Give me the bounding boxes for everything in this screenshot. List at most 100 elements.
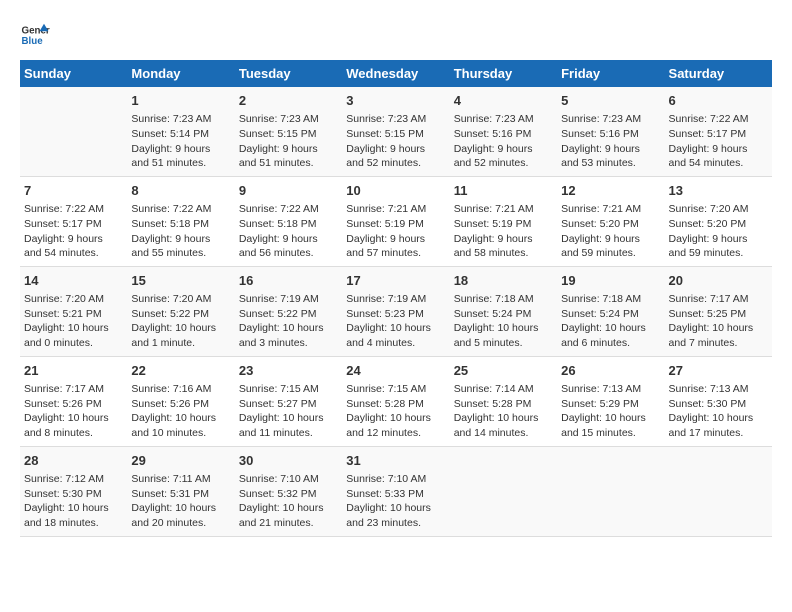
day-number: 24 xyxy=(346,362,445,380)
calendar-cell: 11 Sunrise: 7:21 AM Sunset: 5:19 PM Dayli… xyxy=(450,176,557,266)
day-number: 13 xyxy=(669,182,768,200)
calendar-cell: 1 Sunrise: 7:23 AM Sunset: 5:14 PM Daylig… xyxy=(127,87,234,176)
calendar-cell: 3 Sunrise: 7:23 AM Sunset: 5:15 PM Daylig… xyxy=(342,87,449,176)
day-number: 31 xyxy=(346,452,445,470)
day-info: Sunrise: 7:19 AM Sunset: 5:22 PM Dayligh… xyxy=(239,292,338,351)
day-info: Sunrise: 7:18 AM Sunset: 5:24 PM Dayligh… xyxy=(454,292,553,351)
calendar-cell: 13Sunrise: 7:20 AM Sunset: 5:20 PM Dayli… xyxy=(665,176,772,266)
day-info: Sunrise: 7:11 AM Sunset: 5:31 PM Dayligh… xyxy=(131,472,230,531)
day-info: Sunrise: 7:21 AM Sunset: 5:19 PM Dayligh… xyxy=(346,202,445,261)
day-number: 6 xyxy=(669,92,768,110)
col-header-thursday: Thursday xyxy=(450,60,557,87)
calendar-cell: 4Sunrise: 7:23 AM Sunset: 5:16 PM Daylig… xyxy=(450,87,557,176)
calendar-cell: 5 Sunrise: 7:23 AM Sunset: 5:16 PM Daylig… xyxy=(557,87,664,176)
day-number: 8 xyxy=(131,182,230,200)
day-info: Sunrise: 7:23 AM Sunset: 5:16 PM Dayligh… xyxy=(561,112,660,171)
calendar-cell: 14 Sunrise: 7:20 AM Sunset: 5:21 PM Dayli… xyxy=(20,266,127,356)
day-number: 23 xyxy=(239,362,338,380)
calendar-cell xyxy=(665,446,772,536)
day-info: Sunrise: 7:23 AM Sunset: 5:14 PM Dayligh… xyxy=(131,112,230,171)
calendar-cell: 12 Sunrise: 7:21 AM Sunset: 5:20 PM Dayli… xyxy=(557,176,664,266)
calendar-cell: 27 Sunrise: 7:13 AM Sunset: 5:30 PM Dayli… xyxy=(665,356,772,446)
day-number: 11 xyxy=(454,182,553,200)
day-number: 9 xyxy=(239,182,338,200)
calendar-cell: 26 Sunrise: 7:13 AM Sunset: 5:29 PM Dayli… xyxy=(557,356,664,446)
calendar-cell: 10 Sunrise: 7:21 AM Sunset: 5:19 PM Dayli… xyxy=(342,176,449,266)
day-info: Sunrise: 7:10 AM Sunset: 5:33 PM Dayligh… xyxy=(346,472,445,531)
day-number: 15 xyxy=(131,272,230,290)
calendar-table: SundayMondayTuesdayWednesdayThursdayFrid… xyxy=(20,60,772,537)
day-info: Sunrise: 7:23 AM Sunset: 5:16 PM Dayligh… xyxy=(454,112,553,171)
calendar-cell: 7 Sunrise: 7:22 AM Sunset: 5:17 PM Daylig… xyxy=(20,176,127,266)
calendar-cell: 8 Sunrise: 7:22 AM Sunset: 5:18 PM Daylig… xyxy=(127,176,234,266)
day-info: Sunrise: 7:13 AM Sunset: 5:29 PM Dayligh… xyxy=(561,382,660,441)
col-header-friday: Friday xyxy=(557,60,664,87)
calendar-cell: 21 Sunrise: 7:17 AM Sunset: 5:26 PM Dayli… xyxy=(20,356,127,446)
calendar-cell: 2Sunrise: 7:23 AM Sunset: 5:15 PM Daylig… xyxy=(235,87,342,176)
day-info: Sunrise: 7:17 AM Sunset: 5:26 PM Dayligh… xyxy=(24,382,123,441)
day-info: Sunrise: 7:22 AM Sunset: 5:18 PM Dayligh… xyxy=(239,202,338,261)
calendar-cell: 19 Sunrise: 7:18 AM Sunset: 5:24 PM Dayli… xyxy=(557,266,664,356)
calendar-cell: 22 Sunrise: 7:16 AM Sunset: 5:26 PM Dayli… xyxy=(127,356,234,446)
day-number: 28 xyxy=(24,452,123,470)
week-row-3: 14 Sunrise: 7:20 AM Sunset: 5:21 PM Dayli… xyxy=(20,266,772,356)
day-info: Sunrise: 7:23 AM Sunset: 5:15 PM Dayligh… xyxy=(239,112,338,171)
logo-icon: General Blue xyxy=(20,20,50,50)
col-header-monday: Monday xyxy=(127,60,234,87)
svg-text:Blue: Blue xyxy=(22,36,44,47)
week-row-5: 28Sunrise: 7:12 AM Sunset: 5:30 PM Dayli… xyxy=(20,446,772,536)
day-info: Sunrise: 7:22 AM Sunset: 5:17 PM Dayligh… xyxy=(24,202,123,261)
header-row: SundayMondayTuesdayWednesdayThursdayFrid… xyxy=(20,60,772,87)
day-info: Sunrise: 7:23 AM Sunset: 5:15 PM Dayligh… xyxy=(346,112,445,171)
col-header-wednesday: Wednesday xyxy=(342,60,449,87)
day-number: 16 xyxy=(239,272,338,290)
calendar-cell: 18 Sunrise: 7:18 AM Sunset: 5:24 PM Dayli… xyxy=(450,266,557,356)
day-number: 1 xyxy=(131,92,230,110)
day-info: Sunrise: 7:10 AM Sunset: 5:32 PM Dayligh… xyxy=(239,472,338,531)
day-number: 20 xyxy=(669,272,768,290)
day-number: 7 xyxy=(24,182,123,200)
day-number: 10 xyxy=(346,182,445,200)
day-number: 26 xyxy=(561,362,660,380)
day-number: 25 xyxy=(454,362,553,380)
day-info: Sunrise: 7:21 AM Sunset: 5:19 PM Dayligh… xyxy=(454,202,553,261)
day-number: 19 xyxy=(561,272,660,290)
calendar-cell: 6 Sunrise: 7:22 AM Sunset: 5:17 PM Daylig… xyxy=(665,87,772,176)
calendar-cell: 24 Sunrise: 7:15 AM Sunset: 5:28 PM Dayli… xyxy=(342,356,449,446)
day-info: Sunrise: 7:15 AM Sunset: 5:27 PM Dayligh… xyxy=(239,382,338,441)
day-info: Sunrise: 7:14 AM Sunset: 5:28 PM Dayligh… xyxy=(454,382,553,441)
day-number: 29 xyxy=(131,452,230,470)
calendar-cell: 31 Sunrise: 7:10 AM Sunset: 5:33 PM Dayli… xyxy=(342,446,449,536)
calendar-cell: 25 Sunrise: 7:14 AM Sunset: 5:28 PM Dayli… xyxy=(450,356,557,446)
page-header: General Blue xyxy=(20,20,772,50)
calendar-cell: 28Sunrise: 7:12 AM Sunset: 5:30 PM Dayli… xyxy=(20,446,127,536)
day-number: 14 xyxy=(24,272,123,290)
day-info: Sunrise: 7:15 AM Sunset: 5:28 PM Dayligh… xyxy=(346,382,445,441)
day-info: Sunrise: 7:22 AM Sunset: 5:18 PM Dayligh… xyxy=(131,202,230,261)
day-info: Sunrise: 7:21 AM Sunset: 5:20 PM Dayligh… xyxy=(561,202,660,261)
week-row-4: 21 Sunrise: 7:17 AM Sunset: 5:26 PM Dayli… xyxy=(20,356,772,446)
day-info: Sunrise: 7:18 AM Sunset: 5:24 PM Dayligh… xyxy=(561,292,660,351)
calendar-cell: 16 Sunrise: 7:19 AM Sunset: 5:22 PM Dayli… xyxy=(235,266,342,356)
day-info: Sunrise: 7:22 AM Sunset: 5:17 PM Dayligh… xyxy=(669,112,768,171)
day-info: Sunrise: 7:16 AM Sunset: 5:26 PM Dayligh… xyxy=(131,382,230,441)
day-info: Sunrise: 7:20 AM Sunset: 5:22 PM Dayligh… xyxy=(131,292,230,351)
calendar-cell: 30 Sunrise: 7:10 AM Sunset: 5:32 PM Dayli… xyxy=(235,446,342,536)
logo: General Blue xyxy=(20,20,50,50)
calendar-cell: 20Sunrise: 7:17 AM Sunset: 5:25 PM Dayli… xyxy=(665,266,772,356)
day-number: 21 xyxy=(24,362,123,380)
day-number: 5 xyxy=(561,92,660,110)
calendar-cell: 17Sunrise: 7:19 AM Sunset: 5:23 PM Dayli… xyxy=(342,266,449,356)
calendar-cell: 15 Sunrise: 7:20 AM Sunset: 5:22 PM Dayli… xyxy=(127,266,234,356)
day-info: Sunrise: 7:20 AM Sunset: 5:21 PM Dayligh… xyxy=(24,292,123,351)
day-number: 18 xyxy=(454,272,553,290)
day-number: 12 xyxy=(561,182,660,200)
col-header-tuesday: Tuesday xyxy=(235,60,342,87)
day-number: 17 xyxy=(346,272,445,290)
day-number: 22 xyxy=(131,362,230,380)
day-number: 27 xyxy=(669,362,768,380)
day-number: 30 xyxy=(239,452,338,470)
day-number: 3 xyxy=(346,92,445,110)
col-header-sunday: Sunday xyxy=(20,60,127,87)
day-info: Sunrise: 7:13 AM Sunset: 5:30 PM Dayligh… xyxy=(669,382,768,441)
